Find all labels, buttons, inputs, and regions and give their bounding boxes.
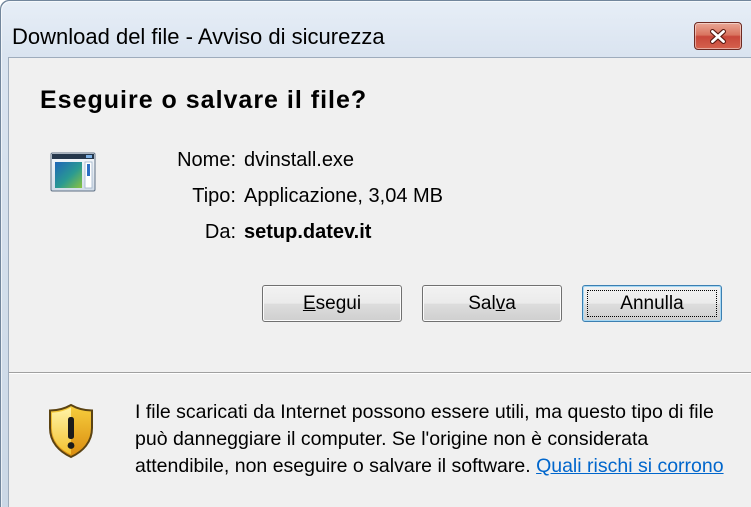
- warning-line: può danneggiare il computer. Se l'origin…: [135, 428, 649, 450]
- access-key-underline: E: [302, 293, 316, 314]
- warning-line-with-link: attendibile, non eseguire o salvare il s…: [135, 453, 724, 480]
- file-type-label: Tipo:: [192, 185, 236, 207]
- file-source-row: Da: setup.datev.it: [8, 220, 708, 244]
- download-dialog-window: Download del file - Avviso di sicurezza …: [0, 0, 751, 507]
- file-name-label: Nome:: [177, 149, 236, 171]
- file-name-value: dvinstall.exe: [244, 149, 355, 171]
- dialog-content: Eseguire o salvare il file? Nome: dvinst…: [8, 57, 751, 507]
- save-button-label: Salva: [468, 293, 516, 314]
- save-button[interactable]: Salva: [422, 285, 562, 322]
- access-key-underline: v: [495, 293, 506, 314]
- section-divider: [9, 372, 751, 374]
- security-warning-text: I file scaricati da Internet possono ess…: [135, 399, 724, 480]
- warning-line-text: attendibile, non eseguire o salvare il s…: [135, 455, 531, 477]
- dialog-question: Eseguire o salvare il file?: [40, 86, 368, 114]
- file-type-value: Applicazione, 3,04 MB: [244, 185, 444, 207]
- risks-help-link[interactable]: Quali rischi si corrono: [536, 455, 723, 477]
- cancel-button-label: Annulla: [620, 293, 684, 314]
- warning-line: I file scaricati da Internet possono ess…: [135, 401, 714, 423]
- title-bar[interactable]: Download del file - Avviso di sicurezza: [0, 0, 751, 57]
- cancel-button[interactable]: Annulla: [582, 285, 722, 322]
- file-name-row: Nome: dvinstall.exe: [8, 148, 708, 172]
- file-source-label: Da:: [204, 221, 236, 243]
- run-button-label: Esegui: [302, 293, 362, 314]
- close-button[interactable]: [694, 22, 742, 50]
- run-button[interactable]: Esegui: [262, 285, 402, 322]
- file-source-value: setup.datev.it: [244, 221, 372, 243]
- warning-shield-icon: [48, 403, 94, 459]
- file-type-row: Tipo: Applicazione, 3,04 MB: [8, 184, 708, 208]
- close-icon: [710, 28, 726, 44]
- window-title: Download del file - Avviso di sicurezza: [12, 24, 385, 49]
